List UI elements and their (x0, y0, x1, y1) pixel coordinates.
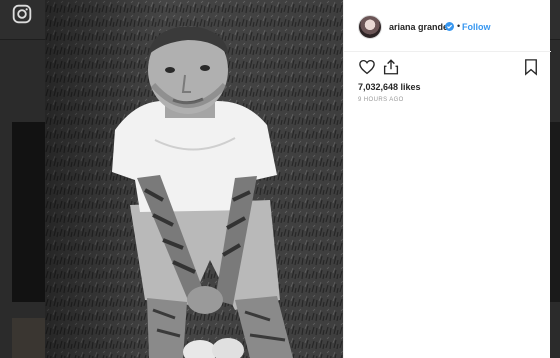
post-sidebar: ariana grande • Follow 7,032,648 likes 9… (343, 0, 551, 358)
avatar[interactable] (358, 15, 382, 39)
instagram-icon[interactable] (12, 4, 32, 24)
post-header: ariana grande • Follow (344, 0, 551, 52)
post-photo-image (45, 0, 343, 358)
background-post-thumbnail[interactable] (12, 318, 45, 358)
post-timestamp[interactable]: 9 HOURS AGO (358, 97, 404, 103)
post-modal: ariana grande • Follow 7,032,648 likes 9… (45, 0, 551, 358)
heart-icon[interactable] (358, 58, 376, 76)
verified-badge-icon (445, 22, 454, 31)
background-post-thumbnail[interactable] (12, 122, 45, 302)
follow-button[interactable]: Follow (462, 22, 491, 32)
bookmark-icon[interactable] (522, 58, 540, 76)
likes-count[interactable]: 7,032,648 likes (358, 82, 421, 92)
post-actions (344, 52, 551, 84)
post-photo[interactable] (45, 0, 343, 358)
username-link[interactable]: ariana grande (389, 22, 448, 32)
separator-dot: • (457, 21, 461, 31)
share-icon[interactable] (382, 58, 400, 76)
